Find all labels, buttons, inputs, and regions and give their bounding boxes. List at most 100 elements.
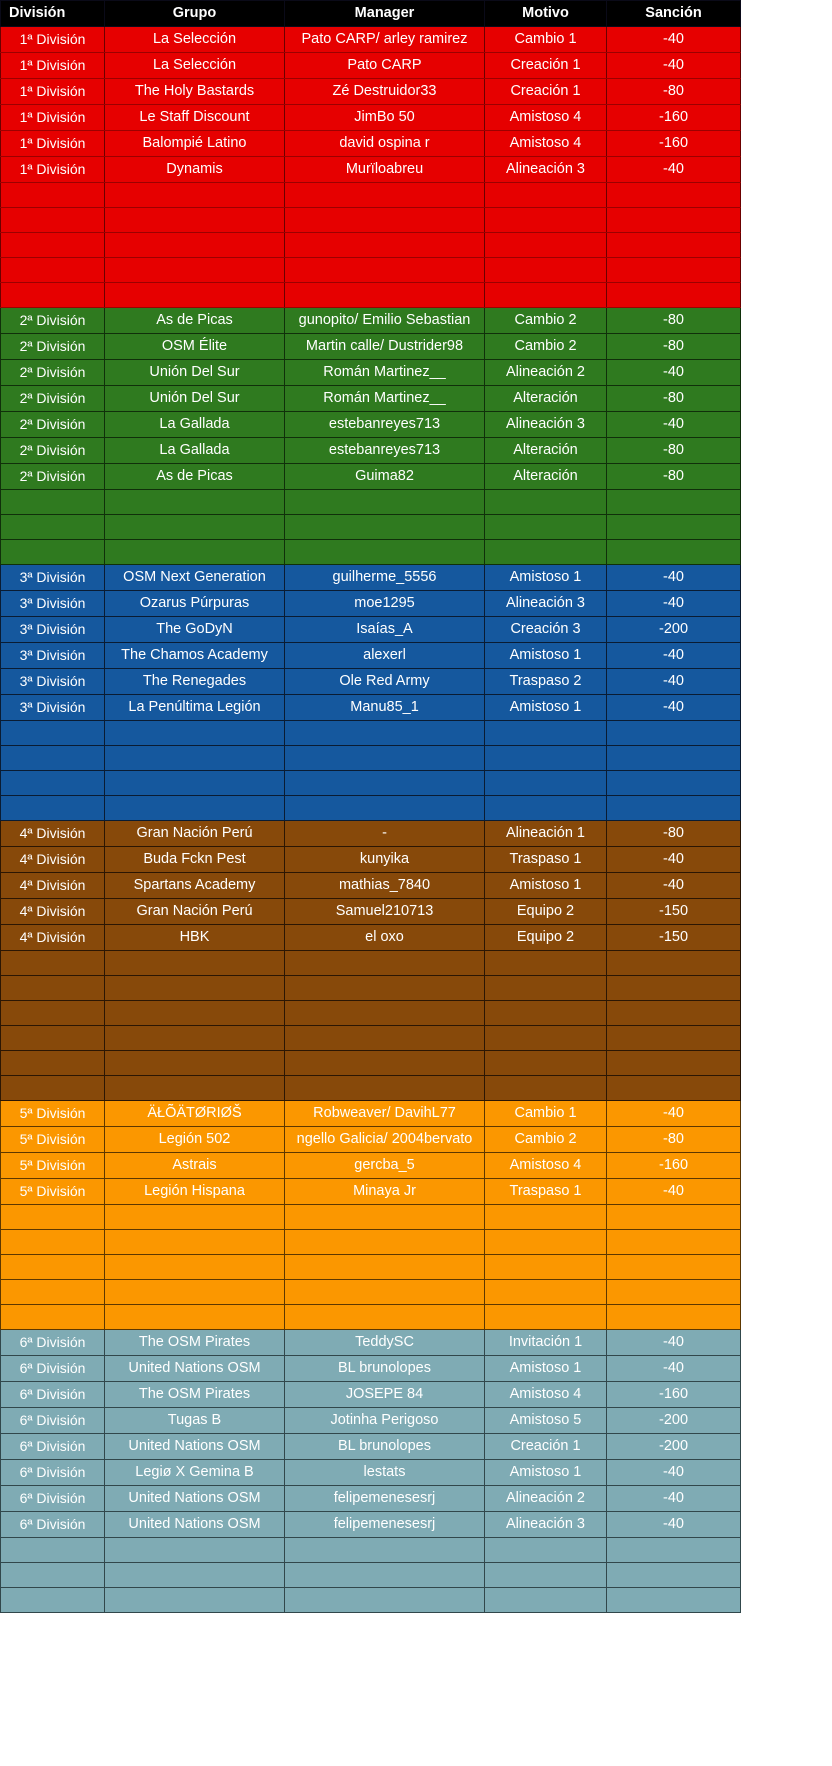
cell-grupo[interactable]: La Gallada — [104, 411, 285, 438]
cell-division[interactable]: 6ª División — [0, 1329, 105, 1356]
cell-grupo[interactable]: Legión Hispana — [104, 1178, 285, 1205]
cell-sancion[interactable] — [606, 795, 741, 821]
cell-grupo[interactable] — [104, 514, 285, 540]
table-row[interactable]: 5ª División Legión Hispana Minaya Jr Traspa… — [0, 1178, 741, 1205]
table-row[interactable]: 2ª División As de Picas gunopito/ Emilio S… — [0, 307, 741, 334]
cell-sancion[interactable]: -200 — [606, 616, 741, 643]
table-row[interactable]: 1ª División Dynamis Murïloabreu Alineación … — [0, 156, 741, 183]
cell-grupo[interactable]: Astrais — [104, 1152, 285, 1179]
cell-manager[interactable]: Pato CARP/ arley ramirez — [284, 26, 485, 53]
cell-manager[interactable]: Manu85_1 — [284, 694, 485, 721]
cell-motivo[interactable] — [484, 1204, 607, 1230]
cell-division[interactable]: 3ª División — [0, 616, 105, 643]
cell-motivo[interactable]: Invitación 1 — [484, 1329, 607, 1356]
cell-motivo[interactable] — [484, 950, 607, 976]
table-row[interactable]: 6ª División United Nations OSM BL brunolop… — [0, 1355, 741, 1382]
cell-grupo[interactable]: Tugas B — [104, 1407, 285, 1434]
cell-grupo[interactable] — [104, 539, 285, 565]
cell-sancion[interactable]: -40 — [606, 1511, 741, 1538]
cell-grupo[interactable] — [104, 745, 285, 771]
cell-motivo[interactable]: Alineación 3 — [484, 156, 607, 183]
cell-manager[interactable]: JOSEPE 84 — [284, 1381, 485, 1408]
cell-manager[interactable]: david ospina r — [284, 130, 485, 157]
table-row[interactable]: 1ª División Le Staff Discount JimBo 50 Amis… — [0, 104, 741, 131]
cell-sancion[interactable]: -80 — [606, 463, 741, 490]
cell-manager[interactable] — [284, 950, 485, 976]
cell-division[interactable]: 6ª División — [0, 1433, 105, 1460]
cell-sancion[interactable]: -40 — [606, 872, 741, 899]
table-row[interactable] — [0, 207, 741, 233]
cell-grupo[interactable]: La Gallada — [104, 437, 285, 464]
cell-grupo[interactable]: As de Picas — [104, 307, 285, 334]
cell-manager[interactable] — [284, 975, 485, 1001]
cell-sancion[interactable]: -40 — [606, 1100, 741, 1127]
cell-motivo[interactable]: Amistoso 5 — [484, 1407, 607, 1434]
cell-sancion[interactable] — [606, 257, 741, 283]
cell-sancion[interactable]: -160 — [606, 1381, 741, 1408]
cell-grupo[interactable]: OSM Élite — [104, 333, 285, 360]
cell-motivo[interactable] — [484, 282, 607, 308]
cell-manager[interactable] — [284, 1587, 485, 1613]
cell-division[interactable] — [0, 745, 105, 771]
cell-sancion[interactable]: -80 — [606, 820, 741, 847]
cell-sancion[interactable]: -40 — [606, 1329, 741, 1356]
table-row[interactable]: 6ª División The OSM Pirates JOSEPE 84 Amist… — [0, 1381, 741, 1408]
cell-manager[interactable]: kunyika — [284, 846, 485, 873]
table-row[interactable] — [0, 1229, 741, 1255]
table-row[interactable] — [0, 539, 741, 565]
cell-division[interactable]: 6ª División — [0, 1407, 105, 1434]
cell-division[interactable]: 2ª División — [0, 333, 105, 360]
cell-division[interactable] — [0, 514, 105, 540]
cell-manager[interactable]: BL brunolopes — [284, 1355, 485, 1382]
cell-sancion[interactable]: -40 — [606, 1459, 741, 1486]
cell-division[interactable] — [0, 489, 105, 515]
cell-sancion[interactable] — [606, 182, 741, 208]
cell-manager[interactable]: Pato CARP — [284, 52, 485, 79]
table-row[interactable]: 5ª División ÄŁÕÄTØRIØŠ Robweaver/ DavihL77… — [0, 1100, 741, 1127]
cell-sancion[interactable] — [606, 489, 741, 515]
table-row[interactable] — [0, 182, 741, 208]
cell-sancion[interactable]: -80 — [606, 1126, 741, 1153]
cell-manager[interactable] — [284, 207, 485, 233]
cell-manager[interactable]: ngello Galicia/ 2004bervato — [284, 1126, 485, 1153]
cell-grupo[interactable]: ÄŁÕÄTØRIØŠ — [104, 1100, 285, 1127]
cell-grupo[interactable] — [104, 182, 285, 208]
cell-motivo[interactable]: Alteración — [484, 385, 607, 412]
cell-sancion[interactable]: -40 — [606, 26, 741, 53]
cell-manager[interactable]: felipemenesesrj — [284, 1485, 485, 1512]
cell-manager[interactable]: Jotinha Perigoso — [284, 1407, 485, 1434]
cell-division[interactable]: 4ª División — [0, 872, 105, 899]
cell-division[interactable] — [0, 539, 105, 565]
cell-grupo[interactable] — [104, 1279, 285, 1305]
cell-grupo[interactable]: Unión Del Sur — [104, 385, 285, 412]
cell-sancion[interactable] — [606, 950, 741, 976]
cell-sancion[interactable]: -80 — [606, 307, 741, 334]
cell-motivo[interactable] — [484, 770, 607, 796]
cell-division[interactable]: 2ª División — [0, 463, 105, 490]
cell-division[interactable] — [0, 1279, 105, 1305]
cell-division[interactable]: 4ª División — [0, 846, 105, 873]
table-row[interactable] — [0, 1025, 741, 1051]
table-row[interactable] — [0, 1000, 741, 1026]
cell-motivo[interactable]: Traspaso 2 — [484, 668, 607, 695]
table-row[interactable] — [0, 770, 741, 796]
cell-motivo[interactable]: Creación 3 — [484, 616, 607, 643]
cell-division[interactable] — [0, 182, 105, 208]
cell-manager[interactable] — [284, 232, 485, 258]
cell-manager[interactable] — [284, 282, 485, 308]
cell-motivo[interactable] — [484, 1075, 607, 1101]
cell-manager[interactable]: - — [284, 820, 485, 847]
table-row[interactable]: 3ª División La Penúltima Legión Manu85_1 Am… — [0, 694, 741, 721]
cell-manager[interactable]: Ole Red Army — [284, 668, 485, 695]
cell-motivo[interactable]: Alineación 3 — [484, 590, 607, 617]
cell-grupo[interactable] — [104, 975, 285, 1001]
cell-sancion[interactable]: -40 — [606, 668, 741, 695]
table-row[interactable] — [0, 1075, 741, 1101]
cell-motivo[interactable]: Alineación 2 — [484, 359, 607, 386]
cell-manager[interactable] — [284, 1204, 485, 1230]
cell-sancion[interactable] — [606, 514, 741, 540]
table-row[interactable]: 6ª División United Nations OSM BL brunolop… — [0, 1433, 741, 1460]
cell-grupo[interactable]: Gran Nación Perú — [104, 898, 285, 925]
cell-sancion[interactable]: -80 — [606, 437, 741, 464]
table-row[interactable]: 2ª División Unión Del Sur Román Martinez__… — [0, 385, 741, 412]
